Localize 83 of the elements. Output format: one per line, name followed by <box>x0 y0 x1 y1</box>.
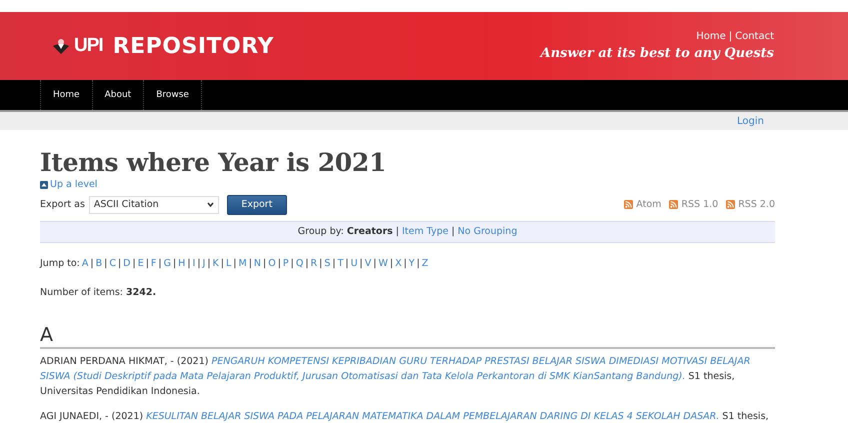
letter-link[interactable]: A <box>82 258 88 268</box>
site-title: REPOSITORY <box>112 34 274 58</box>
separator: | <box>263 258 266 268</box>
separator: | <box>187 258 191 268</box>
chevron-down-icon <box>206 202 214 207</box>
separator: | <box>390 258 394 268</box>
item-count: 3242. <box>126 286 156 298</box>
citation-text: ADRIAN PERDANA HIKMAT, - (2021) PENGARUH KOMPETENSI KEPRIBADIAN GURU TERHADAP PRESTASI BELAJAR SISWA DIMEDIASI MOTIVASI BELAJAR SISWA (Studi Deskriptif pada Mata Pelajaran Produktif, Jurusan Otomatisasi dan Tata Kelola Perkantoran di SMK KianSantang Bandung). S1 thesis, Universitas Pendidikan Indonesia. <box>40 354 752 398</box>
separator: | <box>220 258 224 268</box>
export-button[interactable]: Export <box>226 194 287 214</box>
separator: | <box>451 226 455 237</box>
export-label: Export as <box>40 199 85 210</box>
letter-link[interactable]: C <box>109 258 116 268</box>
separator: | <box>146 258 149 268</box>
letter-link[interactable]: I <box>192 258 196 268</box>
feed-link[interactable]: RSS 2.0 <box>726 199 775 210</box>
separator: | <box>305 258 309 268</box>
letter-link[interactable]: S <box>324 258 330 268</box>
group-option: Creators <box>346 226 393 237</box>
separator: | <box>319 258 322 268</box>
letter-link[interactable]: E <box>138 258 144 268</box>
feed-link[interactable]: Atom <box>624 199 662 210</box>
letter-link[interactable]: P <box>282 258 289 268</box>
export-format-select[interactable]: ASCII Citation <box>88 196 219 214</box>
tagline: Answer at its best to any Quests <box>540 46 774 61</box>
letter-link[interactable]: N <box>254 258 261 268</box>
separator: | <box>404 258 407 268</box>
separator: | <box>233 258 236 268</box>
group-option[interactable]: No Grouping <box>458 226 518 237</box>
up-a-level-link[interactable]: Up a level <box>40 179 98 190</box>
letter-link[interactable]: G <box>164 258 171 268</box>
separator: | <box>172 258 176 268</box>
letter-link[interactable]: L <box>226 258 232 268</box>
rss-icon <box>726 200 736 209</box>
separator: | <box>132 258 136 268</box>
letter-link[interactable]: H <box>178 258 186 268</box>
up-arrow-icon <box>40 180 48 188</box>
separator: | <box>197 258 201 268</box>
letter-link[interactable]: O <box>268 258 276 268</box>
rss-icon <box>669 200 678 209</box>
header-link[interactable]: Home <box>696 31 726 42</box>
letter-link[interactable]: F <box>150 258 156 268</box>
separator: | <box>278 258 281 268</box>
jump-to-label: Jump to: <box>40 258 80 268</box>
header-link[interactable]: Contact <box>735 31 774 42</box>
section-heading: A <box>40 324 775 348</box>
letter-link[interactable]: X <box>395 258 402 268</box>
separator: | <box>104 258 108 268</box>
letter-link[interactable]: U <box>350 258 358 268</box>
letter-link[interactable]: K <box>212 258 219 268</box>
citation-text: AGI JUNAEDI, - (2021) KESULITAN BELAJAR SISWA PADA PELAJARAN MATEMATIKA DALAM PEMBELAJARAN DARING DI KELAS 4 SEKOLAH DASAR. S1 thesis, <box>40 410 770 423</box>
letter-link[interactable]: T <box>338 258 344 268</box>
letter-link[interactable]: Y <box>408 258 415 268</box>
separator: | <box>158 258 162 268</box>
letter-link[interactable]: M <box>238 258 247 268</box>
letter-link[interactable]: B <box>96 258 102 268</box>
letter-link[interactable]: Q <box>296 258 304 268</box>
separator: | <box>396 226 399 237</box>
login-link[interactable]: Login <box>737 116 764 126</box>
link-separator: | <box>728 31 732 42</box>
separator: | <box>118 258 122 268</box>
separator: | <box>290 258 294 268</box>
letter-link[interactable]: V <box>364 258 372 268</box>
separator: | <box>90 258 94 268</box>
letter-link[interactable]: Z <box>422 258 428 268</box>
letter-link[interactable]: R <box>310 258 318 268</box>
letter-link[interactable]: D <box>123 258 130 268</box>
page-title: Items where Year is 2021 <box>40 148 388 178</box>
upi-logo[interactable]: UPI <box>52 35 103 57</box>
separator: | <box>345 258 349 268</box>
letter-link[interactable]: J <box>202 258 206 268</box>
group-by-label: Group by: <box>298 226 344 237</box>
group-option[interactable]: Item Type <box>402 226 448 237</box>
rss-icon <box>624 200 634 209</box>
separator: | <box>373 258 376 268</box>
separator: | <box>207 258 211 268</box>
separator: | <box>248 258 252 268</box>
separator: | <box>332 258 336 268</box>
feed-link[interactable]: RSS 1.0 <box>669 199 718 210</box>
item-count-label: Number of items: <box>40 286 123 298</box>
separator: | <box>360 258 363 268</box>
letter-link[interactable]: W <box>378 258 388 268</box>
separator: | <box>416 258 420 268</box>
